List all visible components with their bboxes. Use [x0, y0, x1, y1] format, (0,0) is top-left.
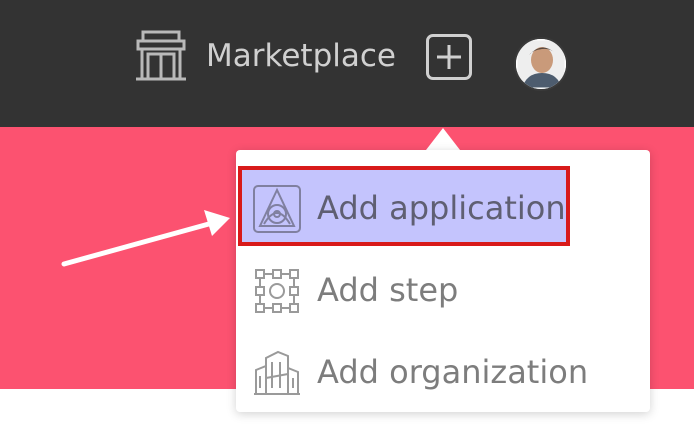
application-icon: [253, 185, 301, 233]
dropdown-caret: [426, 128, 460, 150]
step-icon: [255, 269, 299, 313]
organization-icon: [254, 350, 300, 395]
storefront-icon[interactable]: [134, 28, 188, 84]
add-dropdown-menu: Add application Add step Add organizatio…: [236, 150, 650, 412]
menu-item-add-application[interactable]: Add application: [236, 166, 650, 248]
plus-icon: [437, 45, 461, 69]
menu-item-label: Add step: [317, 271, 459, 309]
add-button[interactable]: [426, 34, 472, 80]
menu-item-label: Add organization: [317, 353, 589, 391]
menu-item-add-step[interactable]: Add step: [236, 250, 650, 330]
top-navbar: Marketplace: [0, 0, 694, 127]
menu-item-add-organization[interactable]: Add organization: [236, 332, 650, 412]
marketplace-link[interactable]: Marketplace: [206, 36, 396, 76]
annotation-arrow: [61, 210, 230, 267]
menu-item-label: Add application: [317, 189, 566, 227]
avatar[interactable]: [516, 39, 566, 89]
